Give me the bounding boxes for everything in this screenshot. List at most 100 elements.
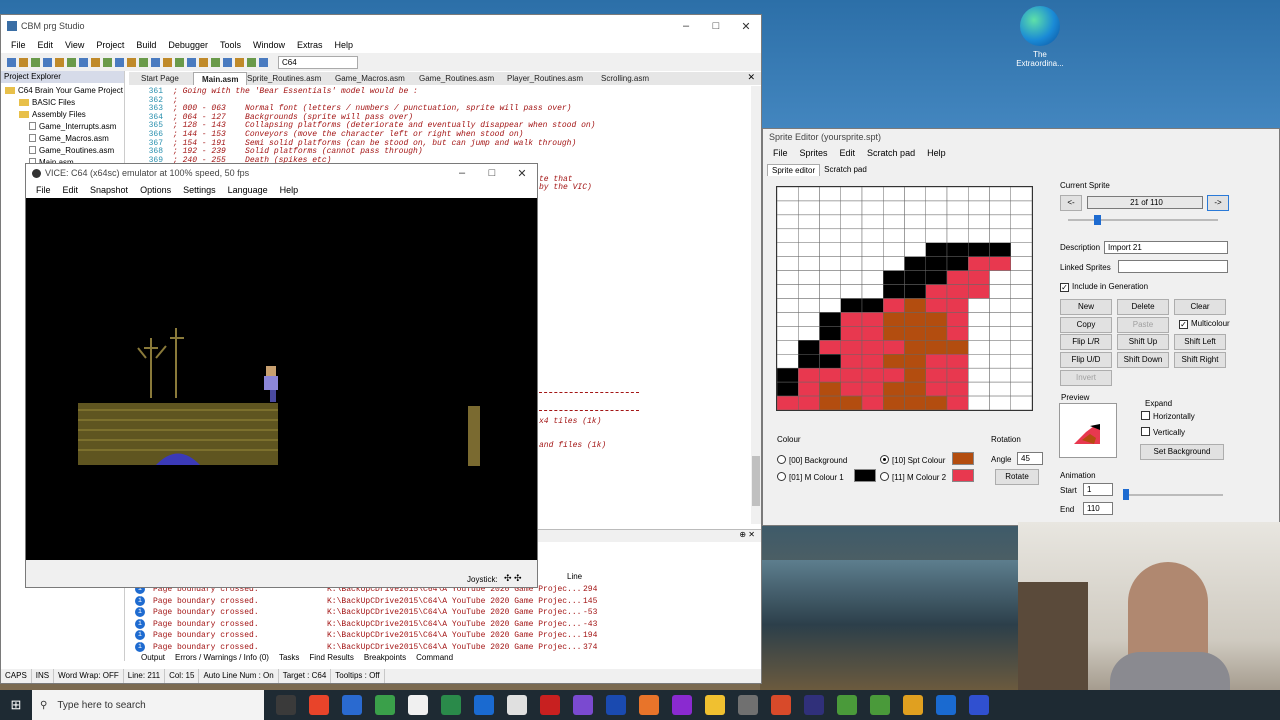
taskbar-app-icon[interactable] [936, 695, 956, 715]
sprite-pixel[interactable] [776, 312, 799, 327]
vice-minimize-button[interactable]: – [447, 167, 477, 180]
sprite-pixel[interactable] [798, 354, 820, 369]
tab-player-routines-asm[interactable]: Player_Routines.asm [499, 72, 591, 85]
sprite-pixel[interactable] [968, 256, 990, 271]
colour-option-mcolour2[interactable]: [11] M Colour 2 [880, 472, 946, 482]
sprite-pixel[interactable] [925, 256, 948, 271]
ide-menu-edit[interactable]: Edit [32, 40, 60, 50]
expand-horizontally[interactable]: Horizontally [1141, 411, 1195, 421]
sprite-pixel[interactable] [904, 367, 926, 383]
ide-menu-help[interactable]: Help [329, 40, 360, 50]
sprite-pixel[interactable] [925, 242, 948, 257]
taskbar-app-icon[interactable] [738, 695, 758, 715]
sprite-pixel[interactable] [861, 381, 884, 397]
sprite-pixel[interactable] [861, 270, 884, 285]
tab-scrolling-asm[interactable]: Scrolling.asm [593, 72, 657, 85]
tab-sprite-routines-asm[interactable]: Sprite_Routines.asm [239, 72, 329, 85]
sprite-pixel[interactable] [798, 270, 820, 285]
sprite-pixel[interactable] [1010, 200, 1033, 216]
swatch-mcolour2[interactable] [952, 469, 974, 482]
sprite-pixel[interactable] [819, 298, 841, 313]
sprite-pixel[interactable] [840, 214, 863, 230]
flip-u-d-button[interactable]: Flip U/D [1060, 352, 1112, 368]
sprite-pixel[interactable] [968, 284, 990, 299]
sprite-pixel[interactable] [819, 395, 841, 411]
sprite-pixel[interactable] [776, 354, 799, 369]
sprite-pixel[interactable] [776, 242, 799, 257]
sprite-pixel[interactable] [861, 340, 884, 355]
sprite-pixel[interactable] [776, 381, 799, 397]
tab-game-routines-asm[interactable]: Game_Routines.asm [411, 72, 502, 85]
sprite-pixel[interactable] [1010, 298, 1033, 313]
sprite-pixel[interactable] [1010, 214, 1033, 230]
sprite-pixel[interactable] [819, 200, 841, 216]
sprite-pixel[interactable] [946, 312, 969, 327]
taskbar-app-icon[interactable] [903, 695, 923, 715]
sprite-pixel[interactable] [883, 200, 905, 216]
swatch-spt[interactable] [952, 452, 974, 465]
sprite-pixel[interactable] [840, 284, 863, 299]
sprite-pixel[interactable] [946, 395, 969, 411]
sprite-pixel[interactable] [819, 312, 841, 327]
sprite-pixel[interactable] [925, 284, 948, 299]
sprite-pixel[interactable] [989, 214, 1011, 230]
multicolour-checkbox[interactable]: ✓ Multicolour [1179, 319, 1230, 329]
sprite-pixel[interactable] [819, 242, 841, 257]
sprite-pixel[interactable] [925, 200, 948, 216]
sprite-pixel[interactable] [946, 298, 969, 313]
sprite-pixel[interactable] [946, 381, 969, 397]
sprite-pixel[interactable] [904, 284, 926, 299]
sprite-pixel[interactable] [925, 228, 948, 243]
sprite-pixel[interactable] [925, 381, 948, 397]
ide-menu-extras[interactable]: Extras [291, 40, 329, 50]
sprite-pixel[interactable] [989, 395, 1011, 411]
taskbar-app-icon[interactable] [441, 695, 461, 715]
taskbar-app-icon[interactable] [474, 695, 494, 715]
invert-button[interactable]: Invert [1060, 370, 1112, 386]
sprite-pixel[interactable] [883, 298, 905, 313]
sprite-pixel[interactable] [883, 312, 905, 327]
paste-button[interactable]: Paste [1117, 317, 1169, 333]
bottom-tab-tasks[interactable]: Tasks [279, 653, 299, 665]
sprite-pixel[interactable] [904, 312, 926, 327]
sprite-pixel[interactable] [946, 228, 969, 243]
delete-button[interactable]: Delete [1117, 299, 1169, 315]
sprite-pixel[interactable] [819, 214, 841, 230]
expand-vertically[interactable]: Vertically [1141, 427, 1185, 437]
sprite-pixel[interactable] [819, 381, 841, 397]
shift-left-button[interactable]: Shift Left [1174, 334, 1226, 350]
sprite-pixel[interactable] [776, 326, 799, 341]
sprite-pixel[interactable] [925, 395, 948, 411]
sprite-pixel[interactable] [819, 326, 841, 341]
taskbar-app-icon[interactable] [309, 695, 329, 715]
sprite-pixel[interactable] [925, 367, 948, 383]
sprite-pixel[interactable] [819, 367, 841, 383]
sprite-pixel[interactable] [925, 326, 948, 341]
sprite-pixel[interactable] [883, 284, 905, 299]
flip-l-r-button[interactable]: Flip L/R [1060, 334, 1112, 350]
sprite-pixel[interactable] [925, 214, 948, 230]
toolbar-icon[interactable] [79, 57, 88, 67]
sprite-pixel[interactable] [968, 326, 990, 341]
vice-menu-file[interactable]: File [30, 185, 57, 195]
sprite-pixel[interactable] [904, 270, 926, 285]
sprite-pixel[interactable] [968, 200, 990, 216]
bottom-tab-errors-warnings-info-0-[interactable]: Errors / Warnings / Info (0) [175, 653, 269, 665]
shift-right-button[interactable]: Shift Right [1174, 352, 1226, 368]
toolbar-icon[interactable] [175, 57, 184, 67]
ide-menu-file[interactable]: File [5, 40, 32, 50]
rotate-button[interactable]: Rotate [995, 469, 1039, 485]
linked-sprites-input[interactable] [1118, 260, 1228, 273]
start-select[interactable]: 1 [1083, 483, 1113, 496]
taskbar-app-icon[interactable] [375, 695, 395, 715]
vice-menu-snapshot[interactable]: Snapshot [84, 185, 134, 195]
sprite-pixel[interactable] [904, 228, 926, 243]
maximize-button[interactable]: □ [701, 20, 731, 33]
tab-game-macros-asm[interactable]: Game_Macros.asm [327, 72, 413, 85]
toolbar-icon[interactable] [247, 57, 256, 67]
output-close-icon[interactable]: ⊕ ✕ [739, 530, 755, 539]
sprite-pixel[interactable] [861, 284, 884, 299]
bottom-tab-output[interactable]: Output [141, 653, 165, 665]
sprite-pixel[interactable] [840, 186, 863, 202]
sprite-pixel[interactable] [776, 340, 799, 355]
